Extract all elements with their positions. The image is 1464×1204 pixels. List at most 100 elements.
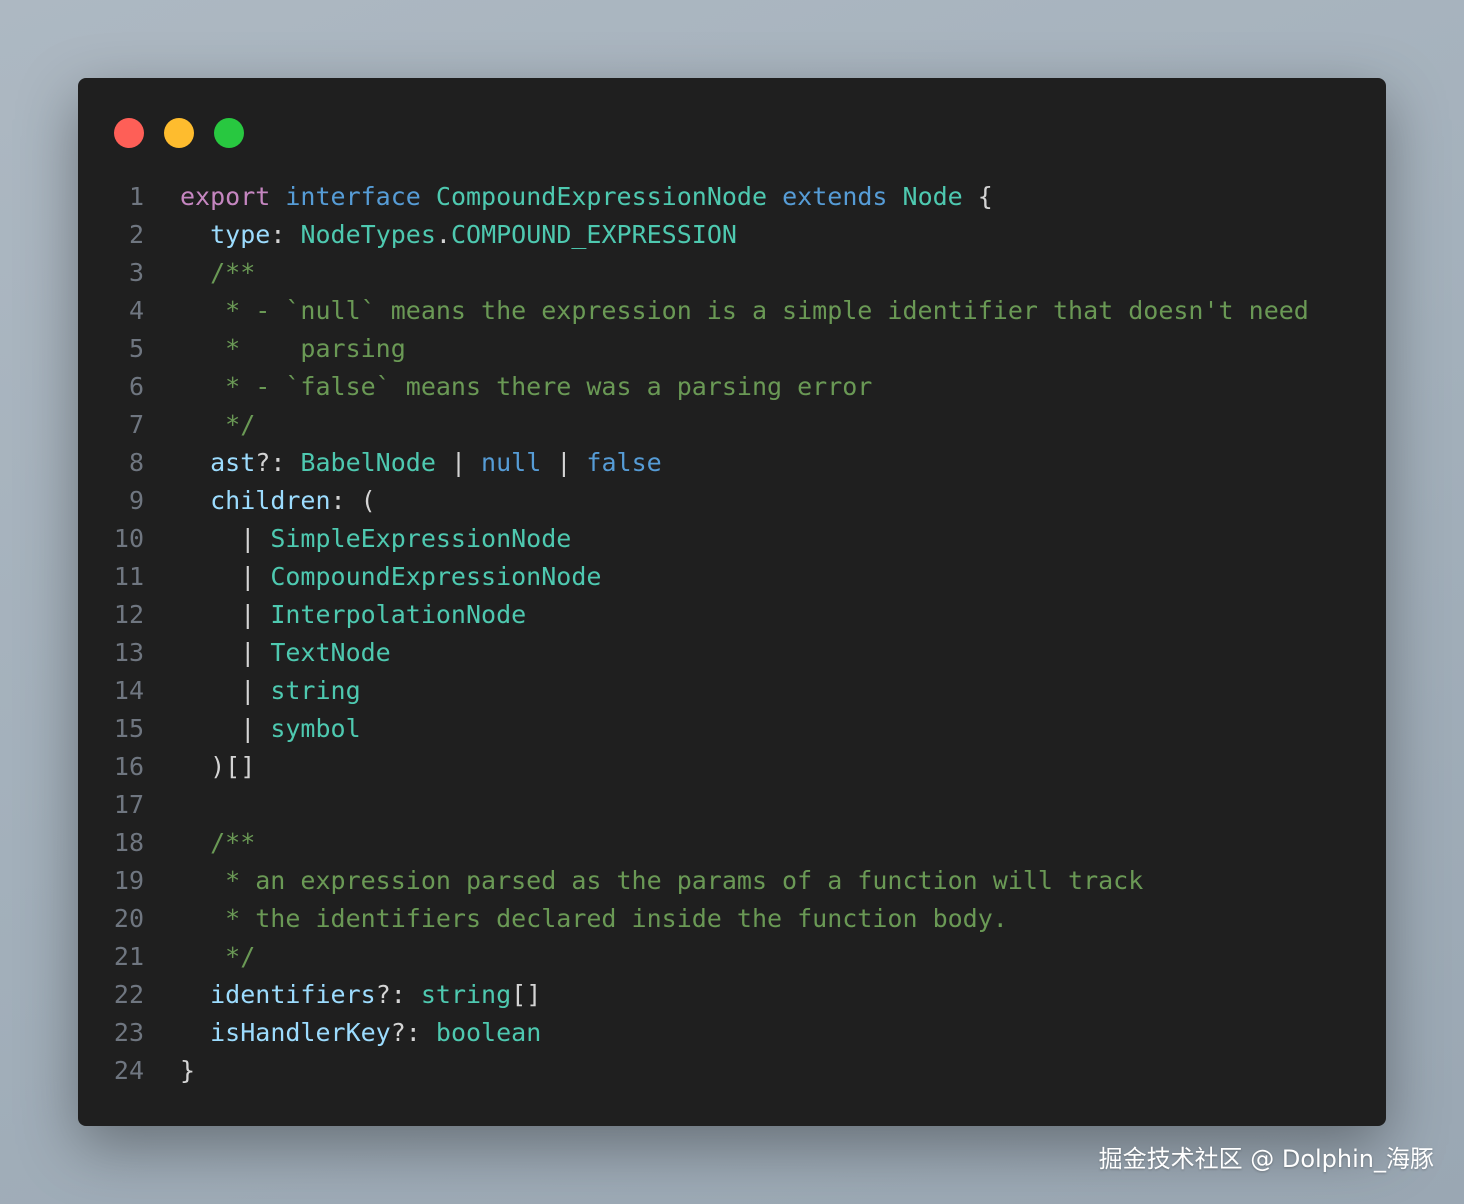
line-number: 21 (113, 942, 144, 971)
code-token: CompoundExpressionNode (435, 182, 768, 211)
line-number: 2 (128, 220, 144, 249)
line-number: 4 (128, 296, 144, 325)
code-token: * the identifiers declared inside the fu… (180, 904, 1008, 933)
code-token: extends (782, 182, 888, 211)
code-token: | (180, 638, 271, 667)
window-controls (114, 118, 244, 148)
code-token: export (180, 182, 271, 211)
line-source: * - `false` means there was a parsing er… (180, 368, 872, 406)
line-number: 3 (128, 258, 144, 287)
line-source: ast?: BabelNode | null | false (180, 444, 662, 482)
code-token: : (270, 220, 301, 249)
code-line: 10 | SimpleExpressionNode (78, 520, 1386, 558)
code-line: 22 identifiers?: string[] (78, 976, 1386, 1014)
line-number: 12 (113, 600, 144, 629)
code-token: false (586, 448, 662, 477)
code-token: TextNode (270, 638, 391, 667)
code-token: * - `false` means there was a parsing er… (180, 372, 873, 401)
code-token: ?: (375, 980, 421, 1009)
line-source: isHandlerKey?: boolean (180, 1014, 541, 1052)
line-source: | CompoundExpressionNode (180, 558, 601, 596)
code-token: ?: (390, 1018, 436, 1047)
code-token: BabelNode (300, 448, 436, 477)
line-source: | TextNode (180, 634, 391, 672)
code-token: /** (180, 258, 256, 287)
line-source: } (180, 1052, 195, 1090)
code-line: 3 /** (78, 254, 1386, 292)
code-token: identifiers (210, 980, 376, 1009)
code-token: type (210, 220, 271, 249)
line-number: 14 (113, 676, 144, 705)
line-number: 10 (113, 524, 144, 553)
code-token: | (180, 600, 271, 629)
line-source: | InterpolationNode (180, 596, 526, 634)
line-source: */ (180, 938, 255, 976)
line-source: * - `null` means the expression is a sim… (180, 292, 1309, 330)
code-token: string (270, 676, 361, 705)
code-token: Node (902, 182, 963, 211)
close-button[interactable] (114, 118, 144, 148)
code-token: } (180, 1056, 196, 1085)
code-token: | (180, 676, 271, 705)
code-token: * parsing (180, 334, 406, 363)
line-source: * an expression parsed as the params of … (180, 862, 1143, 900)
code-line: 19 * an expression parsed as the params … (78, 862, 1386, 900)
code-token: ?: (255, 448, 301, 477)
code-line: 14 | string (78, 672, 1386, 710)
code-line: 18 /** (78, 824, 1386, 862)
code-token: [] (511, 980, 542, 1009)
line-number: 6 (128, 372, 144, 401)
code-line: 5 * parsing (78, 330, 1386, 368)
code-line: 23 isHandlerKey?: boolean (78, 1014, 1386, 1052)
line-number: 18 (113, 828, 144, 857)
code-token: isHandlerKey (210, 1018, 391, 1047)
code-token: | (435, 448, 482, 477)
code-window: 1 export interface CompoundExpressionNode… (78, 78, 1386, 1126)
code-token: . (435, 220, 451, 249)
line-number: 8 (128, 448, 144, 477)
code-token: NodeTypes (300, 220, 436, 249)
code-line: 9 children: ( (78, 482, 1386, 520)
line-number: 16 (113, 752, 144, 781)
line-source: export interface CompoundExpressionNode … (180, 178, 993, 216)
code-token: InterpolationNode (270, 600, 527, 629)
code-token: COMPOUND_EXPRESSION (450, 220, 737, 249)
code-block: 1 export interface CompoundExpressionNode… (78, 178, 1386, 1090)
line-source: | string (180, 672, 361, 710)
code-line: 15 | symbol (78, 710, 1386, 748)
line-source: * the identifiers declared inside the fu… (180, 900, 1008, 938)
code-line: 1 export interface CompoundExpressionNode… (78, 178, 1386, 216)
line-source: /** (180, 824, 255, 862)
watermark: 掘金技术社区 @ Dolphin_海豚 (1098, 1145, 1434, 1173)
line-source: | symbol (180, 710, 360, 748)
code-token: CompoundExpressionNode (270, 562, 602, 591)
line-source: type: NodeTypes.COMPOUND_EXPRESSION (180, 216, 737, 254)
code-token: SimpleExpressionNode (270, 524, 572, 553)
code-token: children (210, 486, 331, 515)
line-number: 17 (113, 790, 144, 819)
line-source: */ (180, 406, 255, 444)
line-source: * parsing (180, 330, 406, 368)
code-line: 24} (78, 1052, 1386, 1090)
code-line: 12 | InterpolationNode (78, 596, 1386, 634)
minimize-button[interactable] (164, 118, 194, 148)
code-token: | (180, 562, 271, 591)
maximize-button[interactable] (214, 118, 244, 148)
code-token: | (541, 448, 587, 477)
line-source: identifiers?: string[] (180, 976, 541, 1014)
code-token: null (481, 448, 542, 477)
code-line: 17 (78, 786, 1386, 824)
code-line: 13 | TextNode (78, 634, 1386, 672)
code-token: | (180, 714, 271, 743)
line-number: 7 (128, 410, 144, 439)
code-token: )[] (180, 752, 256, 781)
line-number: 22 (113, 980, 144, 1009)
code-line: 16 )[] (78, 748, 1386, 786)
